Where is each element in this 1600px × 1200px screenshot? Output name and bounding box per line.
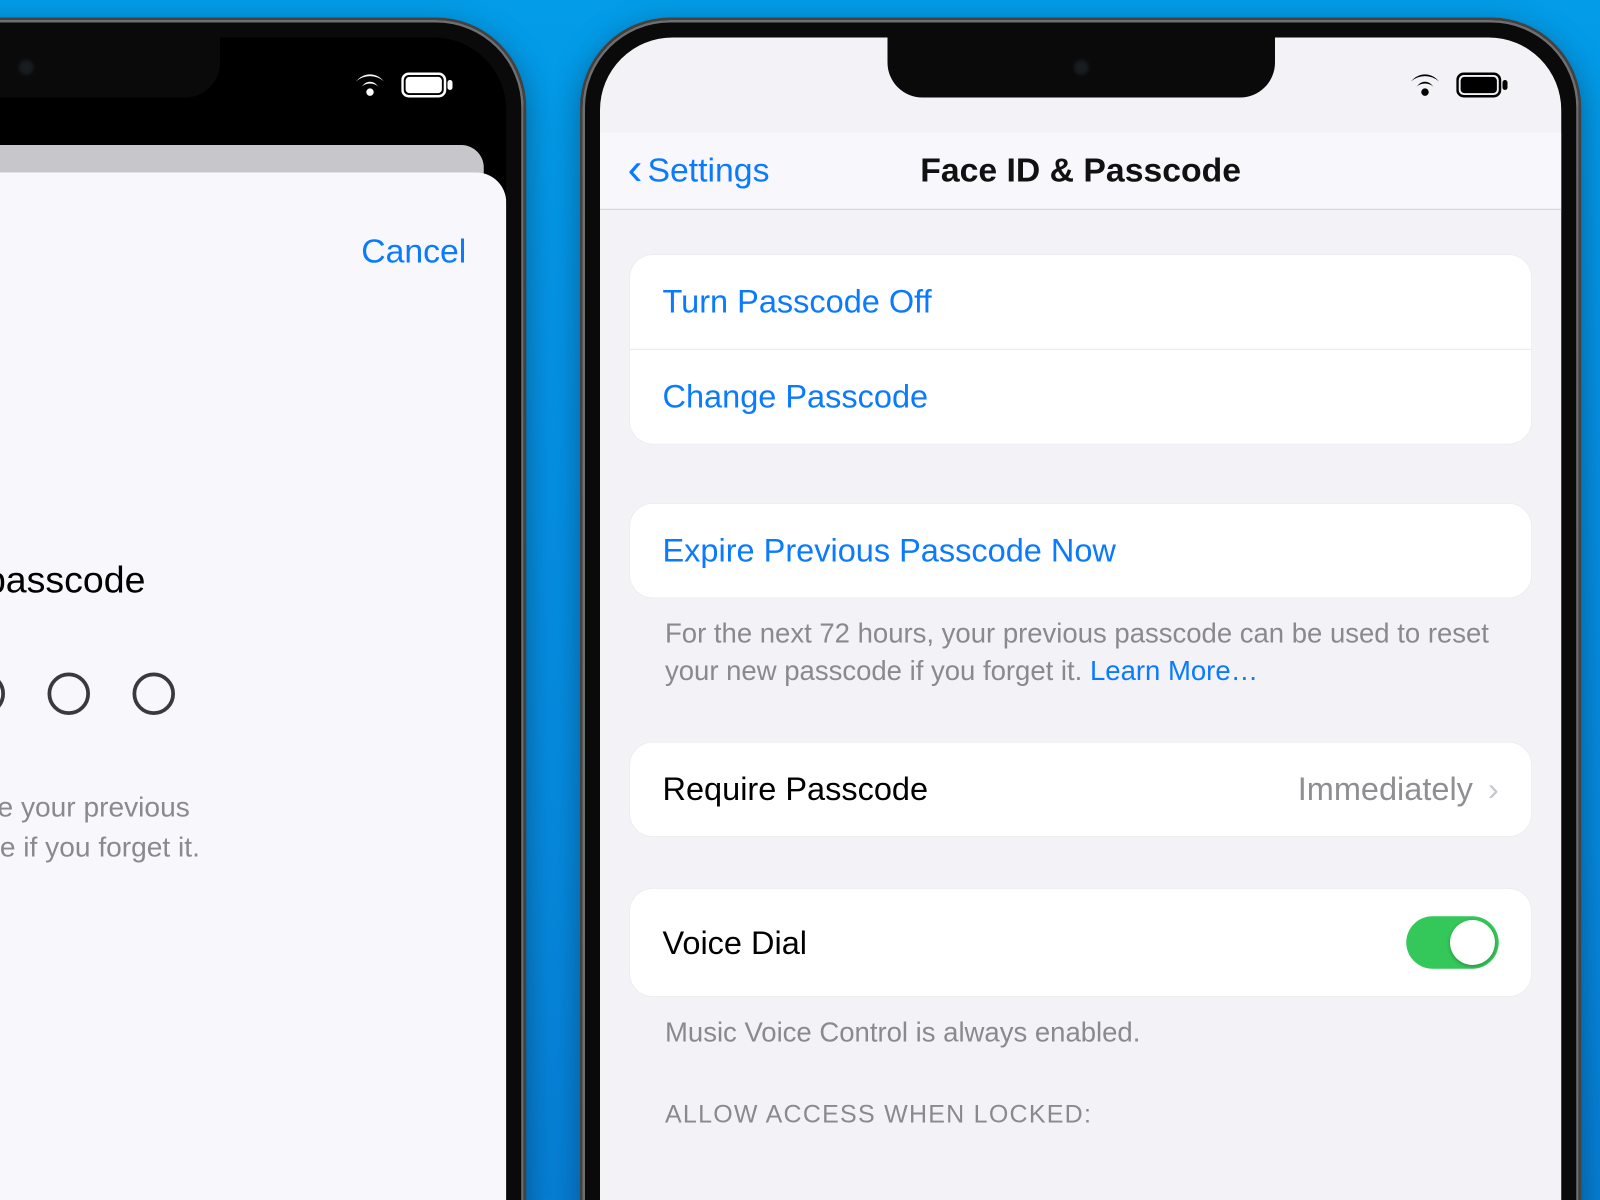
phone-left: e Passcode Cancel new passcode you can u… bbox=[0, 18, 526, 1200]
screen-left: e Passcode Cancel new passcode you can u… bbox=[0, 38, 506, 1200]
expire-footer-text: For the next 72 hours, your previous pas… bbox=[665, 618, 1489, 687]
settings-content[interactable]: Turn Passcode Off Change Passcode Expire… bbox=[600, 210, 1561, 1200]
screen-right: ‹ Settings Face ID & Passcode Turn Passc… bbox=[600, 38, 1561, 1200]
back-button[interactable]: ‹ Settings bbox=[628, 133, 770, 209]
chevron-right-icon: › bbox=[1488, 770, 1499, 809]
notch bbox=[887, 38, 1275, 98]
voice-dial-group: Voice Dial bbox=[630, 889, 1531, 997]
cancel-button[interactable]: Cancel bbox=[361, 232, 466, 271]
expire-passcode-row[interactable]: Expire Previous Passcode Now bbox=[630, 504, 1531, 598]
change-passcode-sheet: e Passcode Cancel new passcode you can u… bbox=[0, 173, 506, 1200]
require-passcode-group: Require Passcode Immediately › bbox=[630, 743, 1531, 837]
passcode-prompt-title: new passcode bbox=[0, 560, 506, 603]
subtitle-line: you can use your previous bbox=[0, 788, 506, 828]
nav-bar: ‹ Settings Face ID & Passcode bbox=[600, 133, 1561, 211]
require-passcode-label: Require Passcode bbox=[663, 770, 929, 809]
wifi-icon bbox=[351, 71, 389, 99]
subtitle-line: ew passcode if you forget it. bbox=[0, 828, 506, 868]
expire-footer: For the next 72 hours, your previous pas… bbox=[630, 598, 1531, 691]
change-passcode-row[interactable]: Change Passcode bbox=[630, 349, 1531, 444]
require-passcode-value: Immediately bbox=[1298, 770, 1473, 809]
allow-access-header: ALLOW ACCESS WHEN LOCKED: bbox=[630, 1101, 1531, 1130]
passcode-dots[interactable] bbox=[0, 673, 506, 716]
expire-group: Expire Previous Passcode Now bbox=[630, 504, 1531, 598]
learn-more-link[interactable]: Learn More… bbox=[1090, 655, 1258, 686]
voice-dial-row: Voice Dial bbox=[630, 889, 1531, 997]
back-label: Settings bbox=[648, 151, 770, 190]
battery-icon bbox=[1456, 73, 1509, 98]
passcode-dot bbox=[132, 673, 175, 716]
voice-dial-toggle[interactable] bbox=[1406, 916, 1499, 969]
page-title: Face ID & Passcode bbox=[920, 151, 1241, 190]
notch bbox=[0, 38, 219, 98]
turn-passcode-off-row[interactable]: Turn Passcode Off bbox=[630, 255, 1531, 349]
phone-right: ‹ Settings Face ID & Passcode Turn Passc… bbox=[580, 18, 1581, 1200]
wifi-icon bbox=[1406, 71, 1444, 99]
battery-icon bbox=[401, 73, 454, 98]
passcode-dot bbox=[0, 673, 4, 716]
passcode-prompt-subtitle: you can use your previous ew passcode if… bbox=[0, 788, 506, 868]
require-passcode-row[interactable]: Require Passcode Immediately › bbox=[630, 743, 1531, 837]
passcode-dot bbox=[47, 673, 90, 716]
passcode-group: Turn Passcode Off Change Passcode bbox=[630, 255, 1531, 444]
voice-dial-footer: Music Voice Control is always enabled. bbox=[630, 996, 1531, 1051]
voice-dial-label: Voice Dial bbox=[663, 923, 808, 962]
